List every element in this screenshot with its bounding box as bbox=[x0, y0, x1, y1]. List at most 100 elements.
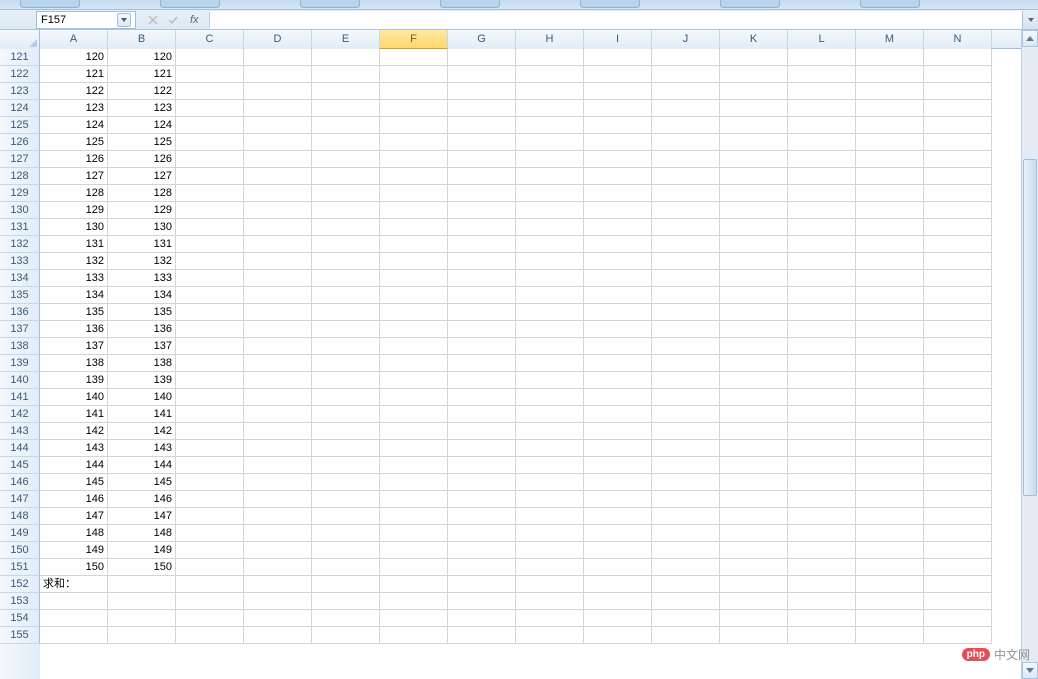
cell-I129[interactable] bbox=[584, 185, 652, 202]
cell-L133[interactable] bbox=[788, 253, 856, 270]
row-header-122[interactable]: 122 bbox=[0, 66, 40, 83]
cell-F129[interactable] bbox=[380, 185, 448, 202]
cell-A132[interactable]: 131 bbox=[40, 236, 108, 253]
cell-F123[interactable] bbox=[380, 83, 448, 100]
cell-G129[interactable] bbox=[448, 185, 516, 202]
scroll-up-button[interactable] bbox=[1022, 30, 1038, 47]
cell-L138[interactable] bbox=[788, 338, 856, 355]
cell-M144[interactable] bbox=[856, 440, 924, 457]
cell-A136[interactable]: 135 bbox=[40, 304, 108, 321]
cell-H153[interactable] bbox=[516, 593, 584, 610]
cell-D154[interactable] bbox=[244, 610, 312, 627]
cell-M153[interactable] bbox=[856, 593, 924, 610]
cell-G132[interactable] bbox=[448, 236, 516, 253]
cell-A128[interactable]: 127 bbox=[40, 168, 108, 185]
cell-K148[interactable] bbox=[720, 508, 788, 525]
cell-F149[interactable] bbox=[380, 525, 448, 542]
cell-B144[interactable]: 143 bbox=[108, 440, 176, 457]
column-header-F[interactable]: F bbox=[380, 30, 448, 49]
cell-B145[interactable]: 144 bbox=[108, 457, 176, 474]
cell-M135[interactable] bbox=[856, 287, 924, 304]
cell-A139[interactable]: 138 bbox=[40, 355, 108, 372]
scroll-down-button[interactable] bbox=[1022, 662, 1038, 679]
cell-I131[interactable] bbox=[584, 219, 652, 236]
cell-J129[interactable] bbox=[652, 185, 720, 202]
cell-M139[interactable] bbox=[856, 355, 924, 372]
cell-G125[interactable] bbox=[448, 117, 516, 134]
cell-A129[interactable]: 128 bbox=[40, 185, 108, 202]
cell-G136[interactable] bbox=[448, 304, 516, 321]
cell-H148[interactable] bbox=[516, 508, 584, 525]
cell-N154[interactable] bbox=[924, 610, 992, 627]
cell-F140[interactable] bbox=[380, 372, 448, 389]
row-header-148[interactable]: 148 bbox=[0, 508, 40, 525]
cell-F124[interactable] bbox=[380, 100, 448, 117]
cell-N142[interactable] bbox=[924, 406, 992, 423]
cell-G139[interactable] bbox=[448, 355, 516, 372]
cell-I135[interactable] bbox=[584, 287, 652, 304]
cell-A146[interactable]: 145 bbox=[40, 474, 108, 491]
cell-E148[interactable] bbox=[312, 508, 380, 525]
cell-I137[interactable] bbox=[584, 321, 652, 338]
cell-J138[interactable] bbox=[652, 338, 720, 355]
cell-D122[interactable] bbox=[244, 66, 312, 83]
row-header-140[interactable]: 140 bbox=[0, 372, 40, 389]
cell-H128[interactable] bbox=[516, 168, 584, 185]
cell-J147[interactable] bbox=[652, 491, 720, 508]
cell-G122[interactable] bbox=[448, 66, 516, 83]
row-header-141[interactable]: 141 bbox=[0, 389, 40, 406]
cell-D136[interactable] bbox=[244, 304, 312, 321]
column-header-M[interactable]: M bbox=[856, 30, 924, 49]
cell-H134[interactable] bbox=[516, 270, 584, 287]
row-header-127[interactable]: 127 bbox=[0, 151, 40, 168]
cell-B155[interactable] bbox=[108, 627, 176, 644]
cell-C138[interactable] bbox=[176, 338, 244, 355]
cell-A125[interactable]: 124 bbox=[40, 117, 108, 134]
cell-C132[interactable] bbox=[176, 236, 244, 253]
cell-J124[interactable] bbox=[652, 100, 720, 117]
cell-G134[interactable] bbox=[448, 270, 516, 287]
cell-E138[interactable] bbox=[312, 338, 380, 355]
cell-I147[interactable] bbox=[584, 491, 652, 508]
cell-E125[interactable] bbox=[312, 117, 380, 134]
cell-D130[interactable] bbox=[244, 202, 312, 219]
cell-M149[interactable] bbox=[856, 525, 924, 542]
cell-A137[interactable]: 136 bbox=[40, 321, 108, 338]
cell-M155[interactable] bbox=[856, 627, 924, 644]
row-header-138[interactable]: 138 bbox=[0, 338, 40, 355]
cell-H131[interactable] bbox=[516, 219, 584, 236]
cell-B136[interactable]: 135 bbox=[108, 304, 176, 321]
cell-B124[interactable]: 123 bbox=[108, 100, 176, 117]
cell-F131[interactable] bbox=[380, 219, 448, 236]
cell-G154[interactable] bbox=[448, 610, 516, 627]
cell-C154[interactable] bbox=[176, 610, 244, 627]
cell-D124[interactable] bbox=[244, 100, 312, 117]
cell-B126[interactable]: 125 bbox=[108, 134, 176, 151]
cell-N149[interactable] bbox=[924, 525, 992, 542]
cell-N123[interactable] bbox=[924, 83, 992, 100]
cell-D121[interactable] bbox=[244, 49, 312, 66]
cell-M123[interactable] bbox=[856, 83, 924, 100]
cell-H149[interactable] bbox=[516, 525, 584, 542]
cell-F130[interactable] bbox=[380, 202, 448, 219]
cell-N122[interactable] bbox=[924, 66, 992, 83]
cell-J131[interactable] bbox=[652, 219, 720, 236]
cell-D129[interactable] bbox=[244, 185, 312, 202]
cell-L151[interactable] bbox=[788, 559, 856, 576]
scrollbar-track[interactable] bbox=[1022, 49, 1038, 662]
cell-H150[interactable] bbox=[516, 542, 584, 559]
cell-E141[interactable] bbox=[312, 389, 380, 406]
cell-B127[interactable]: 126 bbox=[108, 151, 176, 168]
cell-G133[interactable] bbox=[448, 253, 516, 270]
cell-N132[interactable] bbox=[924, 236, 992, 253]
cell-F138[interactable] bbox=[380, 338, 448, 355]
cell-F125[interactable] bbox=[380, 117, 448, 134]
cell-K122[interactable] bbox=[720, 66, 788, 83]
cell-M122[interactable] bbox=[856, 66, 924, 83]
cell-M136[interactable] bbox=[856, 304, 924, 321]
cell-N153[interactable] bbox=[924, 593, 992, 610]
cell-D148[interactable] bbox=[244, 508, 312, 525]
cell-N126[interactable] bbox=[924, 134, 992, 151]
cell-M131[interactable] bbox=[856, 219, 924, 236]
formula-input[interactable] bbox=[210, 11, 1022, 29]
